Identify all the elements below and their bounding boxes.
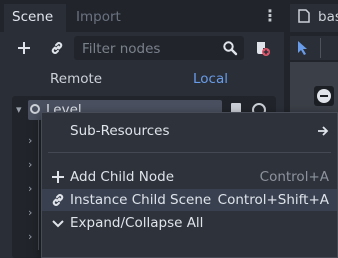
- plus-icon: [18, 42, 30, 54]
- script-add-icon: [257, 42, 270, 56]
- toolbar-divider: [320, 38, 321, 58]
- tree-arrow-icon[interactable]: ›: [28, 134, 32, 147]
- minus-glyph: [320, 95, 328, 97]
- tab-scene[interactable]: Scene: [4, 4, 66, 32]
- menu-item-label: Instance Child Scene: [70, 192, 212, 208]
- collapse-arrow-icon[interactable]: ▾: [16, 103, 22, 116]
- remote-tab[interactable]: Remote: [50, 70, 102, 88]
- menu-separator: [48, 152, 331, 153]
- select-tool-icon[interactable]: [296, 40, 310, 56]
- context-menu: Sub-Resources Add Child Node Control+A I…: [41, 112, 338, 258]
- tree-arrow-icon[interactable]: ›: [28, 158, 32, 171]
- add-node-button[interactable]: [12, 35, 36, 61]
- menu-item-add-child-node[interactable]: Add Child Node Control+A: [42, 166, 337, 188]
- menu-item-label: Expand/Collapse All: [70, 215, 204, 231]
- filter-nodes-field[interactable]: [74, 36, 244, 60]
- dock-menu-icon[interactable]: ⋮: [262, 6, 278, 26]
- instance-scene-button[interactable]: [45, 35, 69, 61]
- menu-item-shortcut: Control+A: [259, 169, 329, 185]
- editor-tab-label: bas: [318, 9, 338, 25]
- menu-item-instance-child-scene[interactable]: Instance Child Scene Control+Shift+A: [42, 189, 337, 211]
- chevron-down-icon: [52, 220, 64, 228]
- scene-file-icon: [298, 9, 310, 23]
- filter-nodes-input[interactable]: [80, 38, 222, 60]
- tree-arrow-icon[interactable]: ›: [28, 230, 32, 243]
- search-icon: [223, 41, 238, 56]
- arrow-right-icon: [318, 126, 329, 136]
- tree-arrow-icon[interactable]: ›: [28, 182, 32, 195]
- menu-item-label: Sub-Resources: [70, 123, 170, 139]
- plus-icon: [52, 171, 64, 183]
- link-icon: [51, 42, 63, 54]
- tree-guide-line: [38, 120, 39, 250]
- local-tab[interactable]: Local: [193, 70, 228, 88]
- attach-script-button[interactable]: [250, 35, 274, 61]
- menu-item-shortcut: Control+Shift+A: [217, 192, 329, 208]
- link-icon: [52, 194, 64, 206]
- tree-arrow-icon[interactable]: ›: [28, 206, 32, 219]
- menu-item-label: Add Child Node: [70, 169, 175, 185]
- menu-item-expand-collapse-all[interactable]: Expand/Collapse All: [42, 212, 337, 234]
- tab-import[interactable]: Import: [68, 4, 134, 32]
- node-icon: [30, 104, 40, 114]
- menu-item-sub-resources[interactable]: Sub-Resources: [42, 120, 337, 142]
